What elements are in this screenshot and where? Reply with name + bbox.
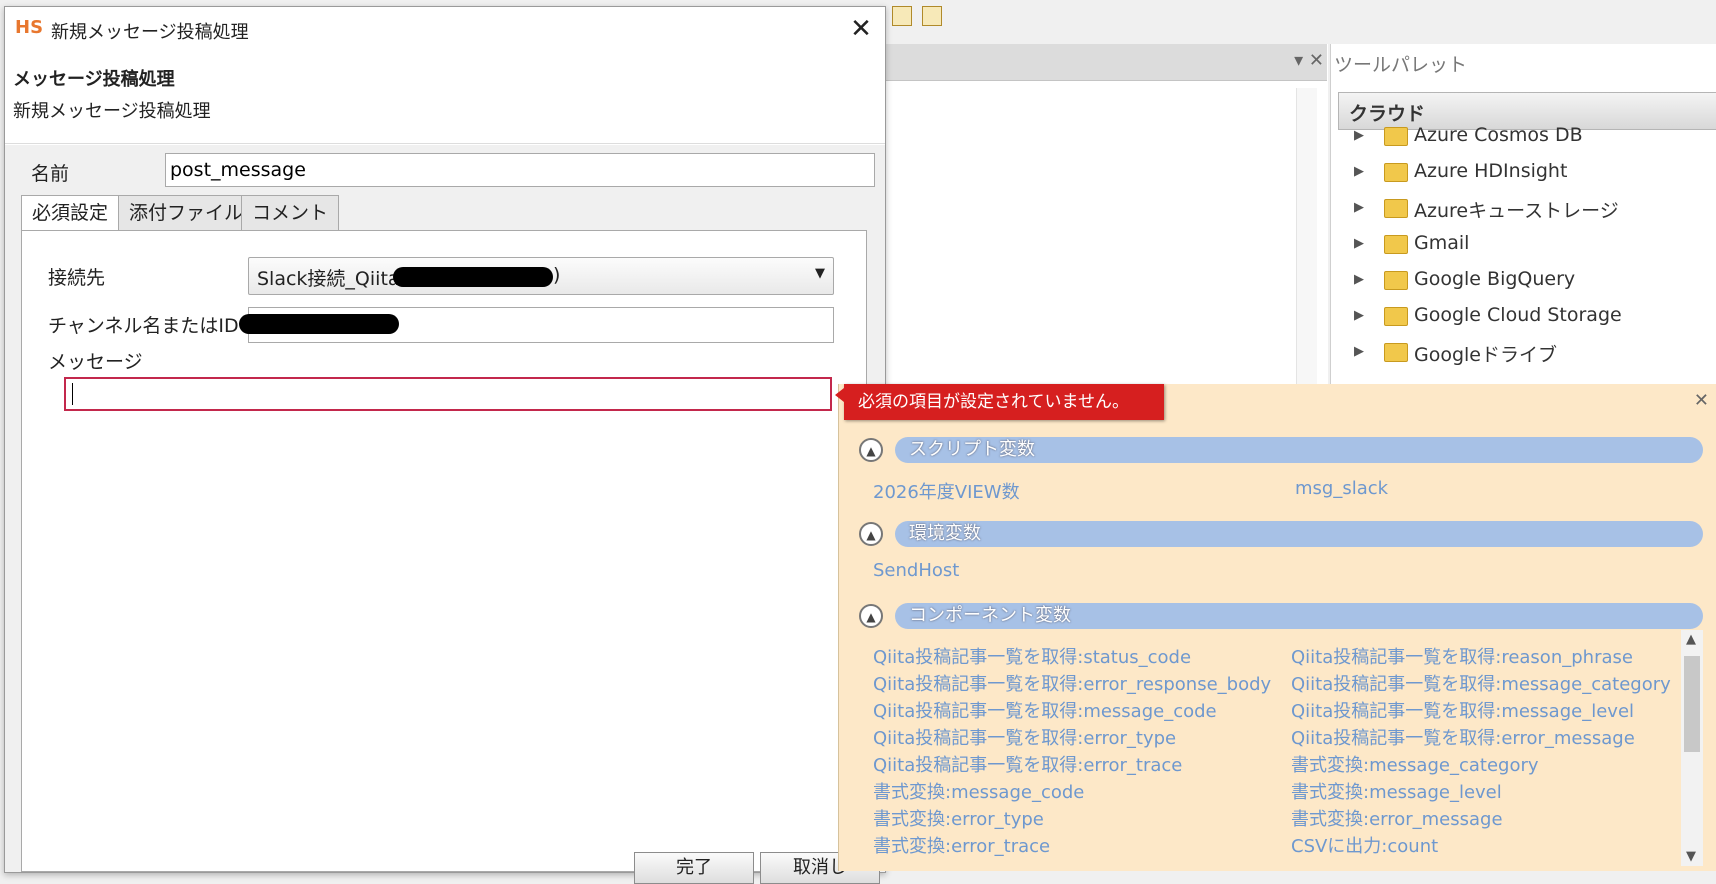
message-label: メッセージ	[48, 351, 143, 373]
palette-title: ツールパレット	[1334, 54, 1468, 76]
scroll-up-icon[interactable]: ▲	[1686, 632, 1696, 647]
expand-arrow-icon[interactable]: ▶	[1354, 308, 1364, 323]
variable-item[interactable]: SendHost	[873, 560, 959, 581]
message-input[interactable]	[64, 377, 832, 411]
variable-item[interactable]: 2026年度VIEW数	[873, 478, 1020, 504]
error-tooltip: 必須の項目が設定されていません。	[835, 384, 1164, 420]
variables-scrollbar[interactable]: ▲ ▼	[1681, 630, 1703, 866]
tab-required[interactable]: 必須設定	[21, 195, 120, 233]
folder-icon	[1384, 343, 1408, 362]
palette-item[interactable]: ▶ Azureキューストレージ	[1346, 192, 1716, 228]
dialog-subheading: 新規メッセージ投稿処理	[13, 101, 211, 122]
name-input[interactable]	[165, 153, 875, 187]
variable-item[interactable]: Qiita投稿記事一覧を取得:error_trace	[873, 751, 1182, 777]
palette-item[interactable]: ▶ Gmail	[1346, 228, 1716, 264]
scroll-thumb[interactable]	[1684, 656, 1700, 752]
variable-item[interactable]: 書式変換:message_category	[1291, 751, 1539, 777]
expand-arrow-icon[interactable]: ▶	[1354, 164, 1364, 179]
connection-suffix: )	[553, 264, 561, 286]
component-variables-header[interactable]: コンポーネント変数	[895, 603, 1703, 629]
palette-item[interactable]: ▶ Googleドライブ	[1346, 336, 1716, 372]
folder-icon	[1384, 307, 1408, 326]
folder-icon	[1384, 163, 1408, 182]
new-message-dialog: HS 新規メッセージ投稿処理 ✕ メッセージ投稿処理 新規メッセージ投稿処理 名…	[4, 6, 886, 873]
variable-item[interactable]: Qiita投稿記事一覧を取得:error_message	[1291, 724, 1635, 750]
expand-arrow-icon[interactable]: ▶	[1354, 200, 1364, 215]
variable-panel: ✕ ▲ スクリプト変数 2026年度VIEW数 msg_slack ▲ 環境変数…	[838, 384, 1716, 871]
variable-item[interactable]: 書式変換:message_code	[873, 778, 1084, 804]
dialog-title: 新規メッセージ投稿処理	[51, 22, 249, 43]
dialog-body: 名前 必須設定 添付ファイル コメント 接続先 Slack接続_Qiita ) …	[5, 145, 885, 872]
palette-item[interactable]: ▶ Azure HDInsight	[1346, 156, 1716, 192]
editor-scrollbar[interactable]	[1296, 88, 1317, 384]
connection-select[interactable]: Slack接続_Qiita ) ▼	[248, 257, 834, 295]
variable-item[interactable]: Qiita投稿記事一覧を取得:error_type	[873, 724, 1176, 750]
redacted-mark	[239, 314, 399, 334]
text-caret	[72, 383, 73, 405]
required-settings-panel: 接続先 Slack接続_Qiita ) ▼ チャンネル名またはID メッセージ	[21, 230, 867, 872]
tab-comments[interactable]: コメント	[241, 195, 340, 231]
dialog-header: メッセージ投稿処理 新規メッセージ投稿処理	[5, 51, 885, 144]
layout-icon[interactable]	[892, 6, 912, 26]
scroll-down-icon[interactable]: ▼	[1686, 849, 1696, 864]
variable-item[interactable]: CSVに出力:count	[1291, 832, 1438, 858]
connection-label: 接続先	[48, 267, 106, 289]
collapse-icon[interactable]: ▲	[859, 438, 883, 462]
expand-arrow-icon[interactable]: ▶	[1354, 272, 1364, 287]
finish-button[interactable]: 完了	[634, 852, 754, 884]
collapse-icon[interactable]: ▲	[859, 522, 883, 546]
variable-item[interactable]: Qiita投稿記事一覧を取得:message_category	[1291, 670, 1671, 696]
dialog-titlebar[interactable]: HS 新規メッセージ投稿処理 ✕	[5, 7, 885, 51]
editor-close-icon[interactable]: ▾ ✕	[1294, 50, 1324, 71]
name-label: 名前	[31, 163, 70, 185]
chevron-down-icon[interactable]: ▼	[815, 266, 825, 281]
palette-item[interactable]: ▶ Google Cloud Storage	[1346, 300, 1716, 336]
variable-item[interactable]: 書式変換:message_level	[1291, 778, 1502, 804]
variable-item[interactable]: Qiita投稿記事一覧を取得:message_level	[1291, 697, 1634, 723]
tab-attachments[interactable]: 添付ファイル	[118, 195, 255, 231]
env-variables-header[interactable]: 環境変数	[895, 521, 1703, 547]
variable-item[interactable]: Qiita投稿記事一覧を取得:reason_phrase	[1291, 643, 1633, 669]
folder-icon	[1384, 235, 1408, 254]
connection-value: Slack接続_Qiita	[257, 268, 400, 290]
layout-alt-icon[interactable]	[922, 6, 942, 26]
script-variables-header[interactable]: スクリプト変数	[895, 437, 1703, 463]
editor-area	[885, 44, 1328, 384]
collapse-icon[interactable]: ▲	[859, 604, 883, 628]
folder-icon	[1384, 127, 1408, 146]
editor-tab-bar	[885, 44, 1327, 81]
expand-arrow-icon[interactable]: ▶	[1354, 128, 1364, 143]
channel-input[interactable]	[239, 307, 834, 343]
close-icon[interactable]: ✕	[1694, 390, 1709, 411]
variable-item[interactable]: 書式変換:error_trace	[873, 832, 1050, 858]
expand-arrow-icon[interactable]: ▶	[1354, 236, 1364, 251]
expand-arrow-icon[interactable]: ▶	[1354, 344, 1364, 359]
variable-item[interactable]: 書式変換:error_message	[1291, 805, 1503, 831]
folder-icon	[1384, 199, 1408, 218]
dialog-heading: メッセージ投稿処理	[13, 69, 175, 90]
variable-item[interactable]: Qiita投稿記事一覧を取得:status_code	[873, 643, 1191, 669]
palette-item[interactable]: ▶ Google BigQuery	[1346, 264, 1716, 300]
channel-label: チャンネル名またはID	[48, 315, 239, 337]
variable-item[interactable]: Qiita投稿記事一覧を取得:message_code	[873, 697, 1217, 723]
app-logo: HS	[15, 17, 44, 38]
variable-item[interactable]: 書式変換:error_type	[873, 805, 1044, 831]
variable-item[interactable]: msg_slack	[1295, 478, 1388, 499]
close-icon[interactable]: ✕	[843, 11, 879, 47]
folder-icon	[1384, 271, 1408, 290]
palette-item[interactable]: ▶ Azure Cosmos DB	[1346, 120, 1716, 156]
variable-item[interactable]: Qiita投稿記事一覧を取得:error_response_body	[873, 670, 1271, 696]
redacted-mark	[393, 267, 553, 287]
